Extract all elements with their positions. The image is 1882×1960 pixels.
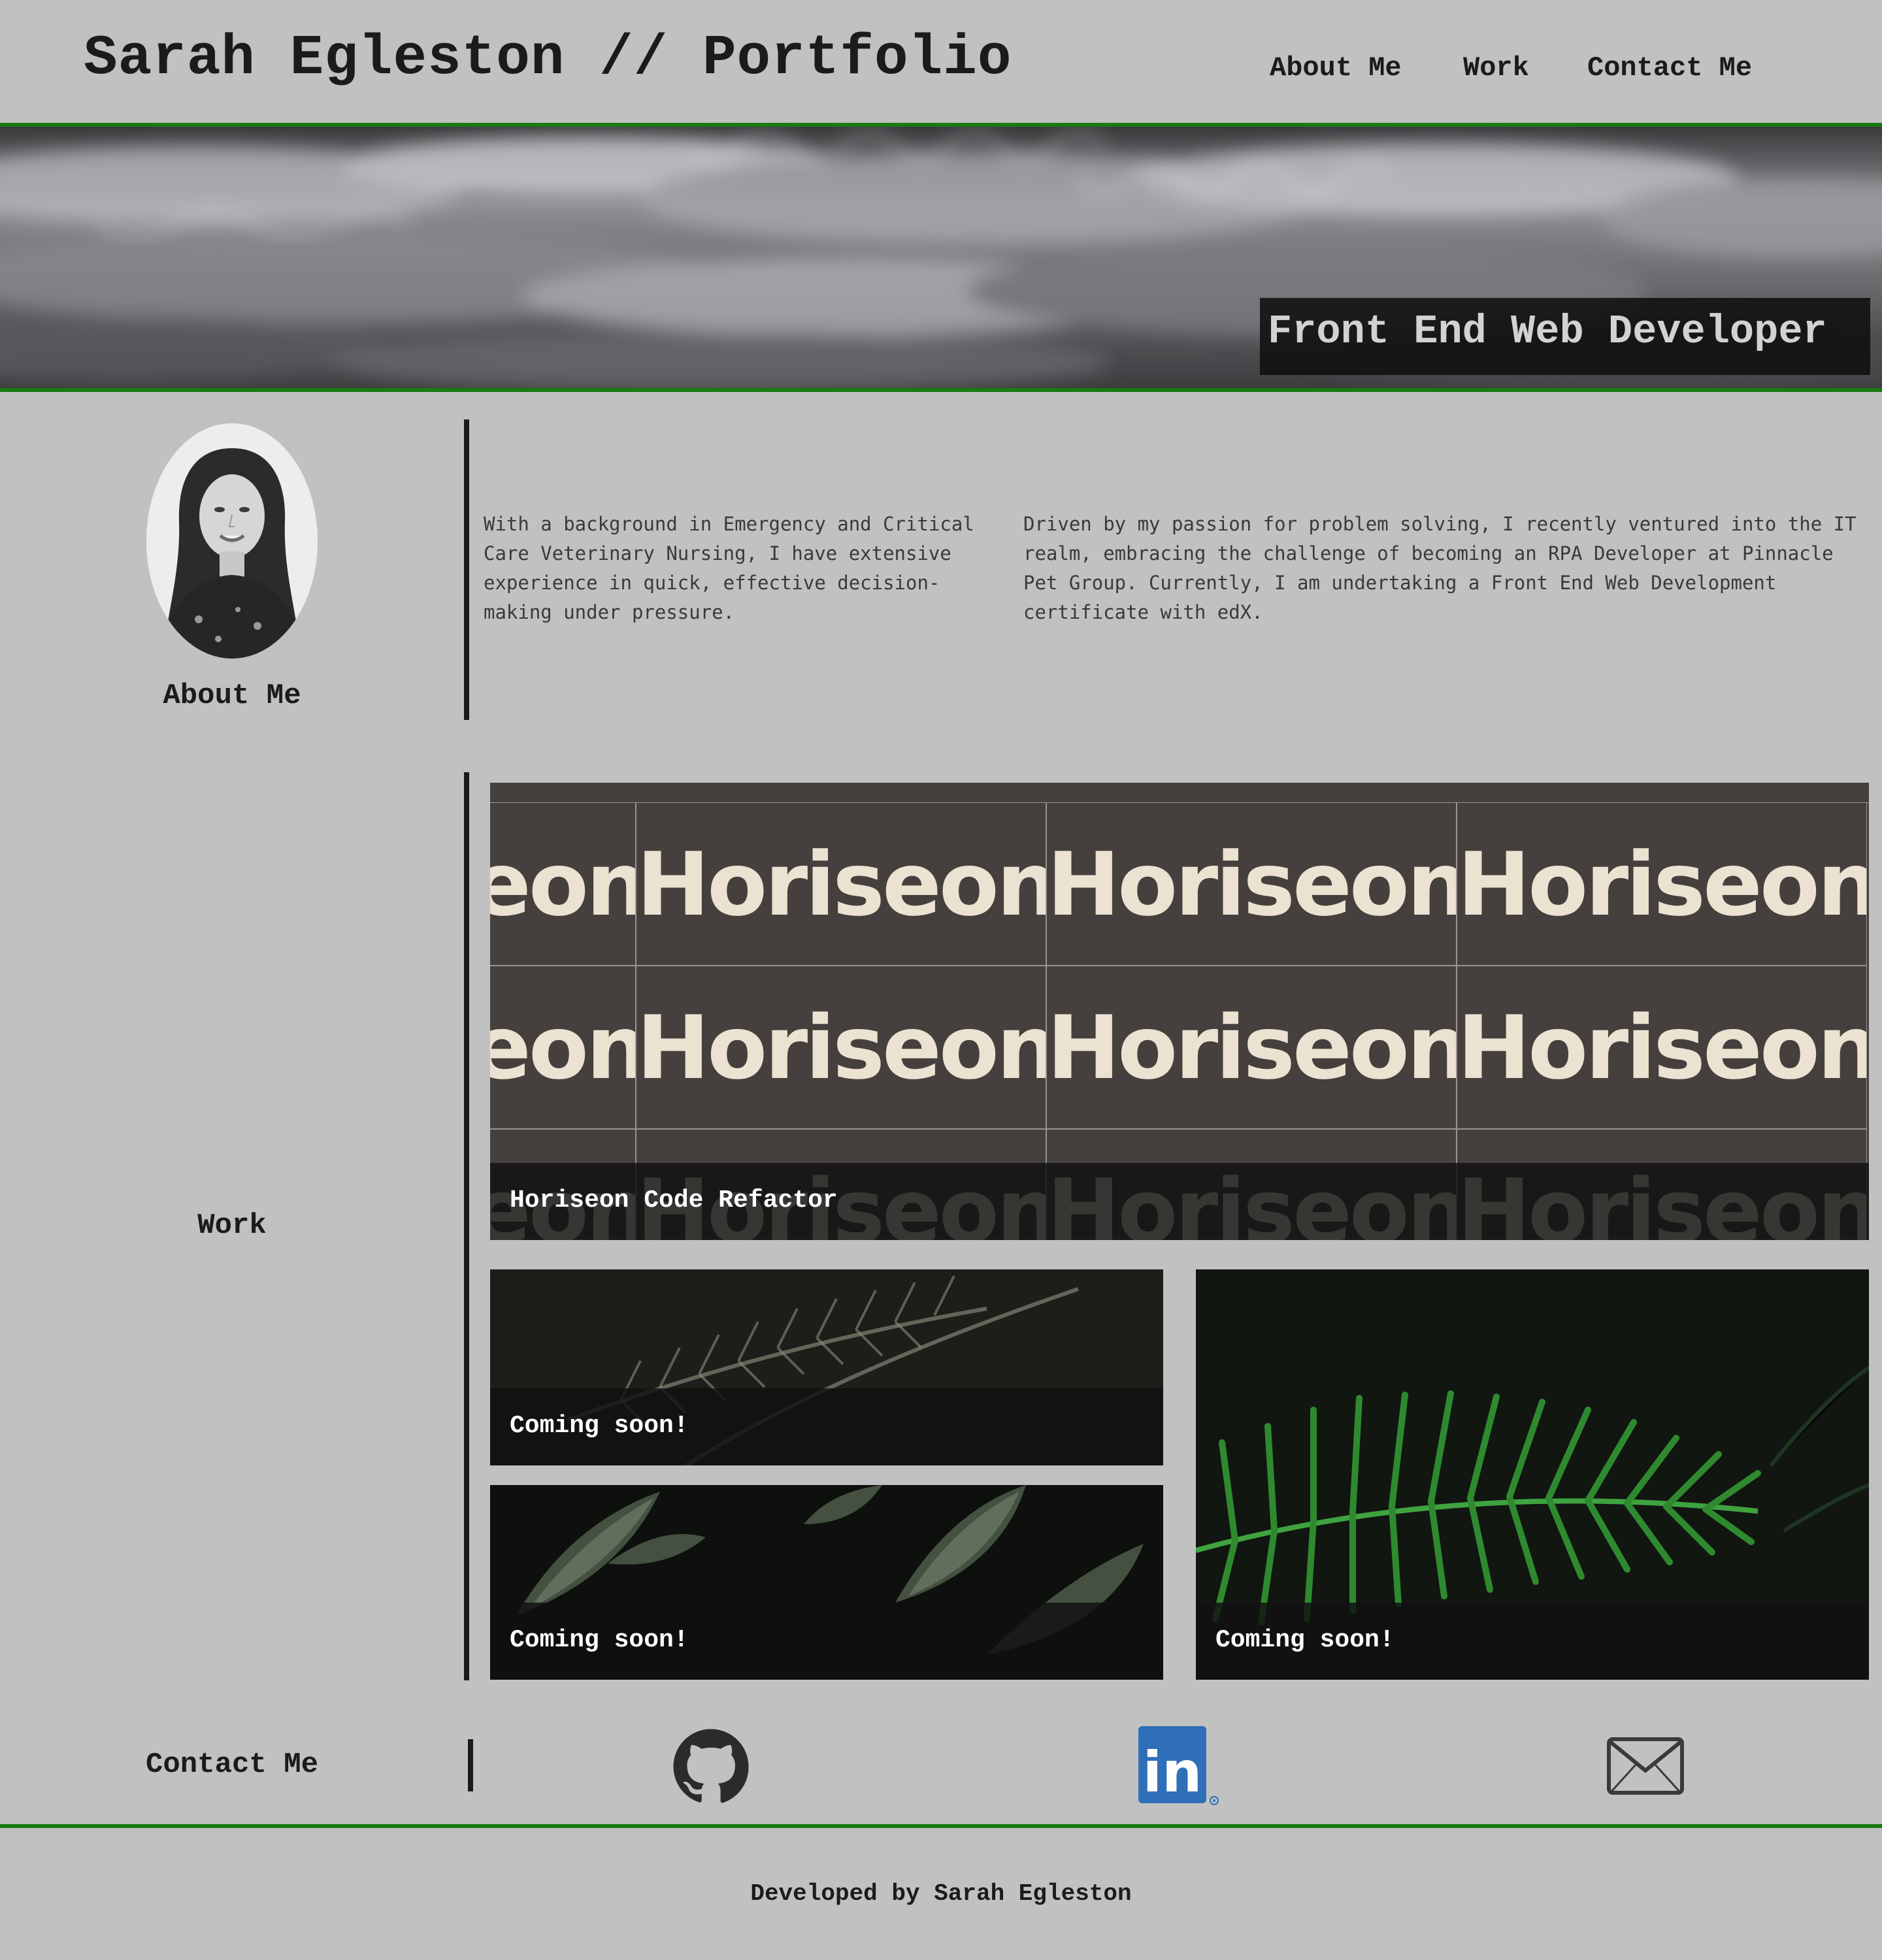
horiseon-logo-tile: Horiseon [1046, 802, 1457, 966]
linkedin-icon[interactable]: in [1138, 1726, 1219, 1806]
project-caption: Coming soon! [490, 1388, 1163, 1465]
hero-tagline: Front End Web Developer [1268, 308, 1827, 355]
horiseon-logo-tile: Horiseon [490, 966, 636, 1129]
horiseon-logo-tile: Horiseon [636, 802, 1046, 966]
project-caption: Horiseon Code Refactor [490, 1163, 1869, 1240]
horiseon-logo-tile: Horiseon [1457, 802, 1867, 966]
profile-photo [146, 423, 318, 659]
project-card-horiseon[interactable]: Horiseon Horiseon Horiseon Horiseon Hori… [490, 783, 1869, 1240]
hero-divider [0, 388, 1882, 392]
horiseon-logo-tile: Horiseon [1046, 966, 1457, 1129]
project-card-coming-soon[interactable]: Coming soon! [490, 1269, 1163, 1465]
project-card-coming-soon[interactable]: Coming soon! [1196, 1269, 1869, 1680]
contact-heading: Contact Me [145, 1748, 319, 1781]
about-paragraph-career: Driven by my passion for problem solving… [1023, 513, 1857, 623]
about-divider-line [464, 419, 469, 720]
horiseon-logo-tile: Horiseon [1457, 966, 1867, 1129]
project-caption: Coming soon! [1196, 1603, 1869, 1680]
project-card-coming-soon[interactable]: Coming soon! [490, 1485, 1163, 1680]
tile-strip [490, 783, 1869, 803]
horiseon-logo-tile: Horiseon [636, 966, 1046, 1129]
work-divider-line [464, 772, 469, 1680]
github-icon[interactable] [672, 1727, 750, 1806]
footer-divider [0, 1824, 1882, 1828]
horiseon-logo-tile: Horiseon [490, 802, 636, 966]
nav-link-work[interactable]: Work [1463, 52, 1529, 84]
about-paragraph-background: With a background in Emergency and Criti… [484, 513, 974, 623]
project-caption: Coming soon! [490, 1603, 1163, 1680]
site-title: Sarah Egleston // Portfolio [84, 26, 1012, 90]
about-heading: About Me [163, 679, 301, 712]
mail-icon[interactable] [1606, 1737, 1685, 1795]
nav-link-contact-me[interactable]: Contact Me [1587, 52, 1752, 84]
work-heading: Work [197, 1209, 267, 1242]
linkedin-icon-label: in [1143, 1740, 1202, 1805]
nav-link-about-me[interactable]: About Me [1270, 52, 1402, 84]
contact-divider-line [468, 1739, 473, 1791]
footer-credit: Developed by Sarah Egleston [750, 1880, 1132, 1907]
